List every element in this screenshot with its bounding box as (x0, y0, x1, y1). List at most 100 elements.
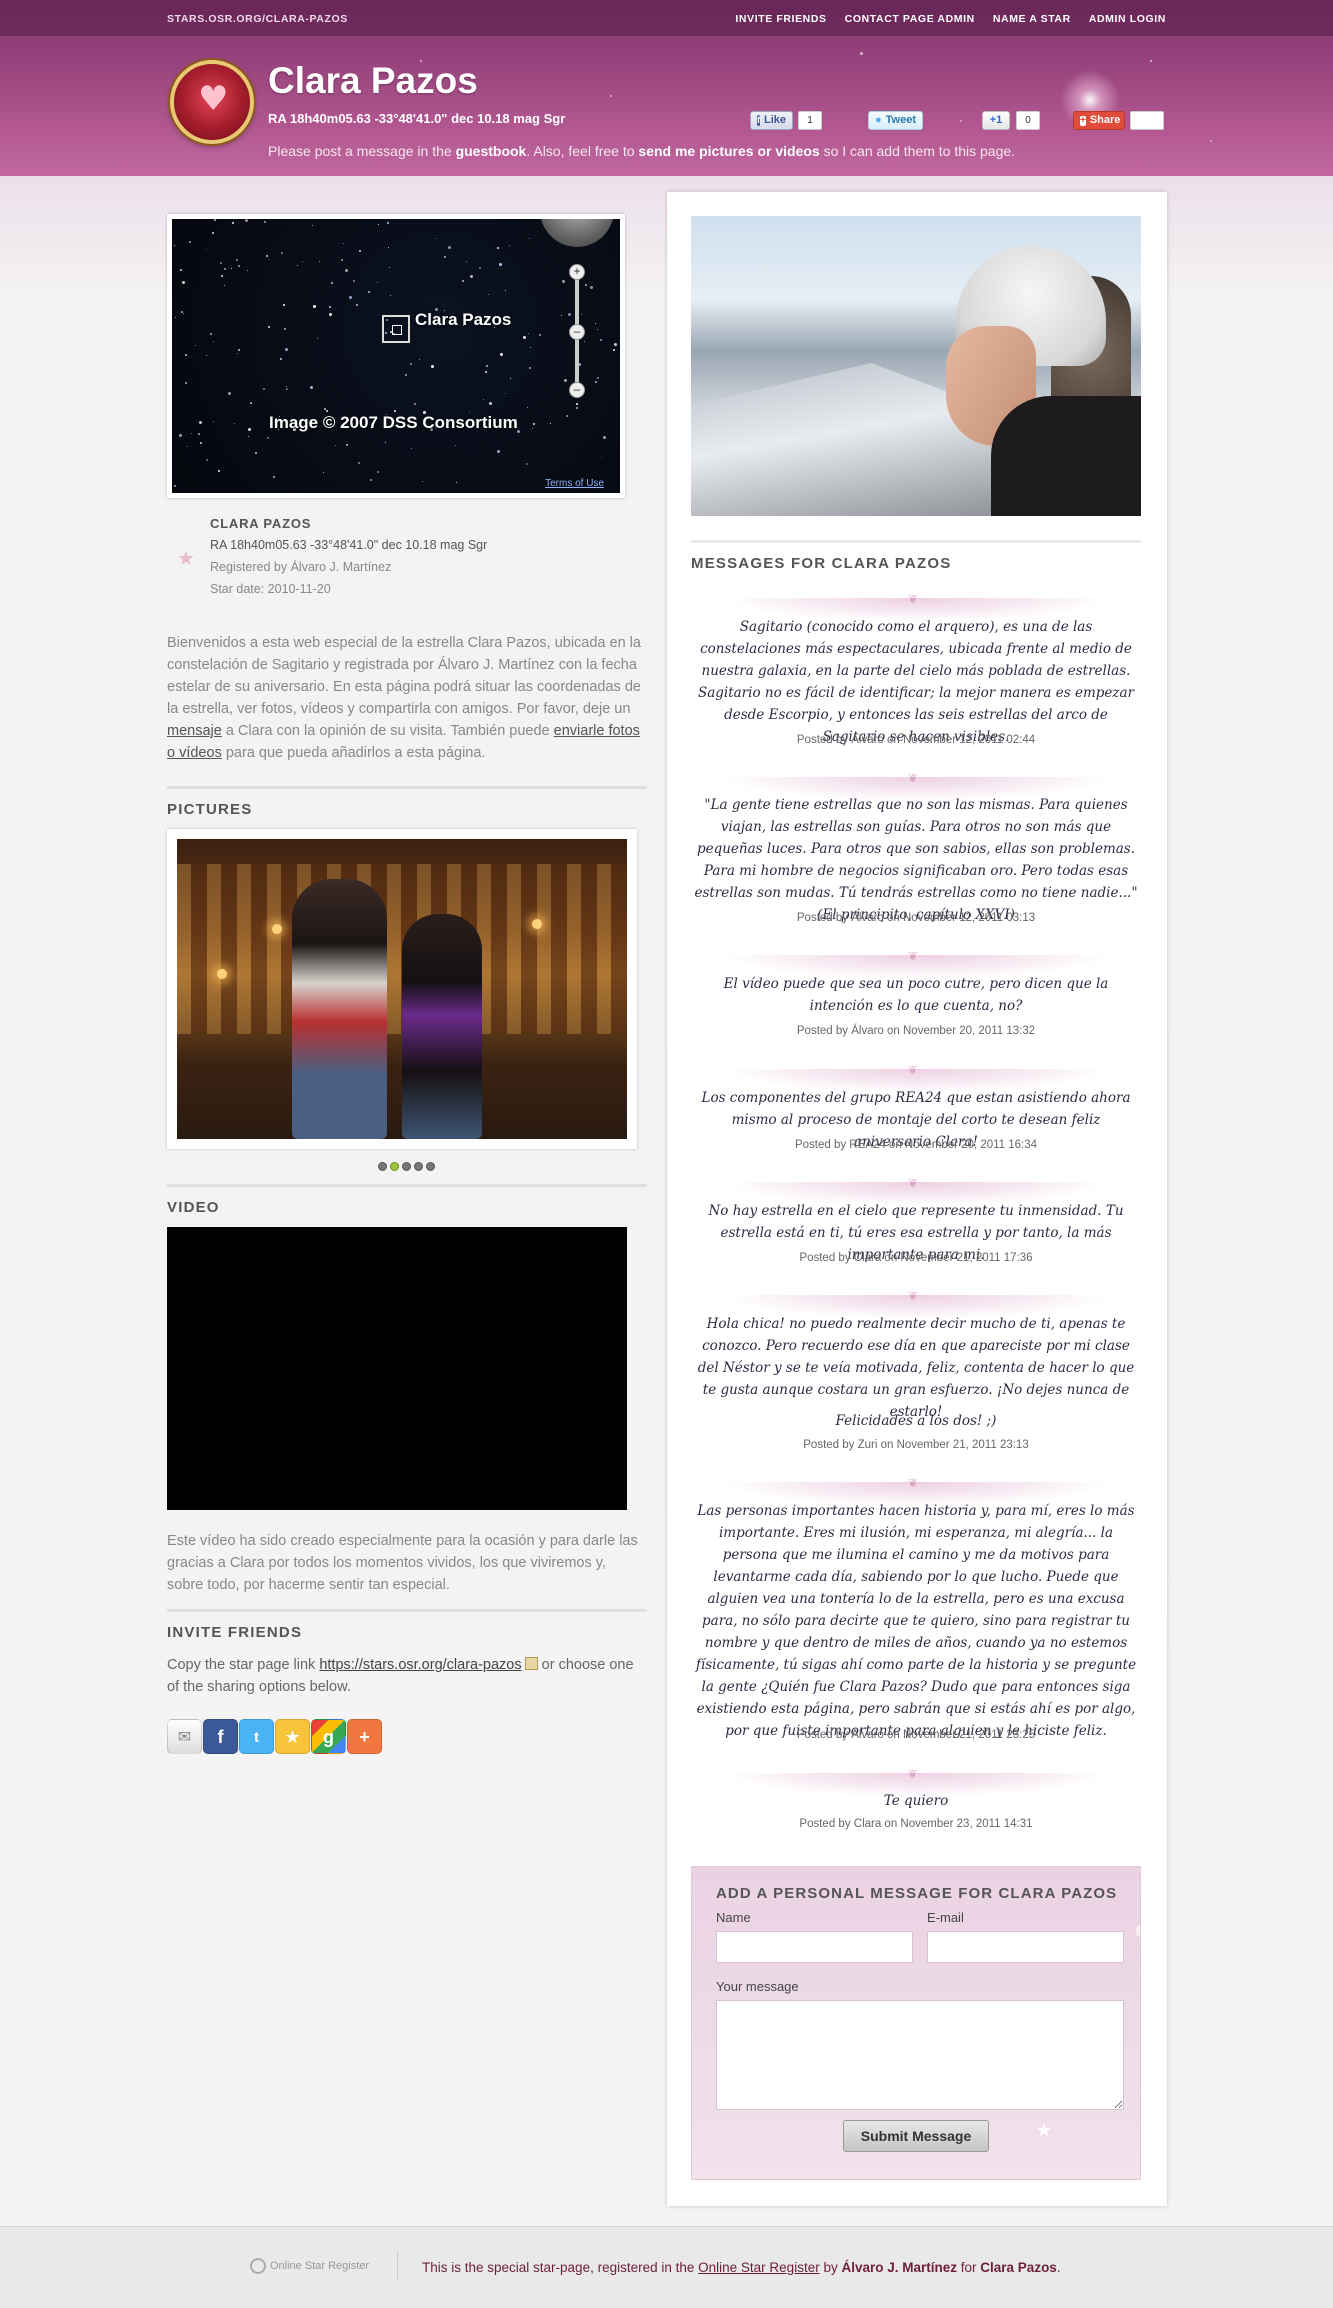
gallery-photo[interactable] (177, 839, 627, 1139)
portrait-photo (691, 216, 1141, 516)
zoom-in-icon[interactable]: + (569, 264, 585, 280)
online-star-register-link[interactable]: Online Star Register (698, 2260, 820, 2275)
nav-contact-page-admin[interactable]: CONTACT PAGE ADMIN (845, 13, 975, 25)
page-title: Clara Pazos (268, 60, 478, 101)
message-meta: Posted by Álvaro on November 12, 2011 02… (796, 734, 1036, 746)
invite-section: INVITE FRIENDS Copy the star page link h… (167, 1609, 647, 1754)
more-share-icon[interactable]: + (347, 1719, 382, 1754)
site-header: STARS.OSR.ORG/CLARA-PAZOS INVITE FRIENDS… (0, 0, 1333, 176)
star-page-link[interactable]: https://stars.osr.org/clara-pazos (319, 1657, 521, 1673)
facebook-share-icon[interactable]: f (203, 1719, 238, 1754)
email-label: E-mail (927, 1910, 964, 1925)
share-label: Share (1089, 114, 1121, 126)
facebook-like-button[interactable]: f Like (750, 111, 793, 130)
nav-admin-login[interactable]: ADMIN LOGIN (1089, 13, 1166, 25)
message-link[interactable]: mensaje (167, 723, 222, 739)
google-share-icon[interactable]: g (311, 1719, 346, 1754)
top-bar: STARS.OSR.ORG/CLARA-PAZOS INVITE FRIENDS… (0, 0, 1333, 37)
map-navigation-control[interactable] (540, 219, 614, 247)
video-player[interactable] (167, 1227, 627, 1510)
header-note-text: so I can add them to this page. (819, 143, 1016, 159)
nav-invite-friends[interactable]: INVITE FRIENDS (735, 13, 826, 25)
header-note: Please post a message in the guestbook. … (268, 143, 1015, 159)
share-count (1130, 111, 1164, 130)
gallery-dot[interactable] (426, 1162, 435, 1171)
message-meta: Posted by Clara on November 21, 2011 17:… (799, 1252, 1033, 1264)
send-pictures-link[interactable]: send me pictures or videos (638, 143, 819, 159)
footer-star-name: Clara Pazos (980, 2260, 1057, 2275)
intro-text-part: para que pueda añadirlos a esta página. (221, 745, 486, 761)
pictures-heading: PICTURES (167, 786, 647, 818)
copy-icon[interactable] (524, 1657, 538, 1670)
star-target-marker (382, 315, 410, 343)
message-meta: Posted by Álvaro on November 21, 2011 23… (796, 1729, 1036, 1741)
message-text: El vídeo puede que sea un poco cutre, pe… (723, 976, 1109, 1014)
nav-name-a-star[interactable]: NAME A STAR (993, 13, 1071, 25)
zoom-out-icon[interactable]: – (569, 382, 585, 398)
favorites-share-icon[interactable]: ★ (275, 1719, 310, 1754)
share-button[interactable]: + Share (1073, 111, 1125, 130)
message-meta: Posted by Álvaro on November 12, 2011 03… (796, 912, 1036, 924)
map-credit: Image © 2007 DSS Consortium (269, 413, 518, 432)
messages-heading: MESSAGES FOR CLARA PAZOS (691, 540, 1141, 572)
heart-icon: ♥ (198, 79, 229, 119)
twitter-share-icon[interactable]: t (239, 1719, 274, 1754)
footer-text-part: for (957, 2260, 981, 2275)
message-meta: Posted by Zuri on November 21, 2011 23:1… (803, 1439, 1029, 1451)
plusone-count: 0 (1016, 111, 1040, 130)
footer-text: This is the special star-page, registere… (422, 2260, 1061, 2275)
message-text: Te quiero (883, 1793, 949, 1809)
footer-text-part: . (1056, 2260, 1061, 2275)
pictures-section: PICTURES (167, 786, 647, 1171)
header-note-text: Please post a message in the (268, 143, 456, 159)
video-heading: VIDEO (167, 1184, 647, 1216)
map-zoom-slider[interactable]: + – – (567, 264, 587, 399)
photo-frame (167, 829, 637, 1149)
message-text: "La gente tiene estrellas que no son las… (694, 797, 1138, 923)
osr-logo-icon (250, 2258, 266, 2274)
footer-text-part: by (819, 2260, 842, 2275)
email-input[interactable] (927, 1931, 1124, 1963)
invite-text: Copy the star page link https://stars.os… (167, 1654, 643, 1698)
form-heading: ADD A PERSONAL MESSAGE FOR CLARA PAZOS (716, 1885, 1118, 1902)
gallery-dot[interactable] (402, 1162, 411, 1171)
message-label: Your message (716, 1979, 799, 1994)
top-nav: INVITE FRIENDS CONTACT PAGE ADMIN NAME A… (735, 13, 1166, 25)
submit-message-button[interactable]: Submit Message (843, 2120, 989, 2152)
message-meta: Posted by REA24 on November 20, 2011 16:… (794, 1139, 1038, 1151)
sky-map-frame: Clara Pazos Image © 2007 DSS Consortium … (167, 214, 625, 498)
invite-text-part: Copy the star page link (167, 1657, 320, 1673)
tweet-button[interactable]: ● Tweet (868, 111, 923, 130)
footer-separator (397, 2251, 398, 2281)
footer-logo-text: Online Star Register (270, 2260, 370, 2272)
video-caption: Este vídeo ha sido creado especialmente … (167, 1533, 638, 1593)
gallery-pagination (378, 1162, 435, 1171)
star-info-date: Star date: 2010-11-20 (210, 582, 331, 596)
google-plusone-button[interactable]: +1 (982, 111, 1010, 130)
message-form: ADD A PERSONAL MESSAGE FOR CLARA PAZOS N… (691, 1866, 1141, 2180)
like-count: 1 (798, 111, 822, 130)
star-info-coords: RA 18h40m05.63 -33°48'41.0" dec 10.18 ma… (210, 538, 488, 552)
gallery-dot[interactable] (414, 1162, 423, 1171)
intro-text-part: a Clara con la opinión de su visita. Tam… (221, 723, 554, 739)
message-text: Sagitario (conocido como el arquero), es… (697, 619, 1135, 745)
gallery-dot[interactable] (378, 1162, 387, 1171)
header-note-text: . Also, feel free to (526, 143, 639, 159)
sky-map[interactable]: Clara Pazos Image © 2007 DSS Consortium … (172, 219, 620, 493)
footer-owner: Álvaro J. Martínez (841, 2260, 958, 2275)
footer-logo: Online Star Register (250, 2258, 369, 2274)
map-terms-link[interactable]: Terms of Use (545, 478, 604, 489)
footer-text-part: This is the special star-page, registere… (422, 2260, 699, 2275)
message-text: Hola chica! no puedo realmente decir muc… (697, 1316, 1135, 1420)
email-share-icon[interactable]: ✉ (167, 1719, 202, 1754)
share-plus-icon: + (1080, 114, 1086, 126)
guestbook-link[interactable]: guestbook (456, 143, 527, 159)
name-input[interactable] (716, 1931, 913, 1963)
zoom-handle[interactable]: – (569, 324, 585, 340)
message-textarea[interactable] (716, 2000, 1124, 2110)
star-info-name: CLARA PAZOS (210, 516, 312, 531)
site-footer: Online Star Register This is the special… (0, 2226, 1333, 2308)
star-coordinates: RA 18h40m05.63 -33°48'41.0" dec 10.18 ma… (268, 111, 566, 126)
gallery-dot-active[interactable] (390, 1162, 399, 1171)
star-icon: ★ (177, 546, 195, 570)
